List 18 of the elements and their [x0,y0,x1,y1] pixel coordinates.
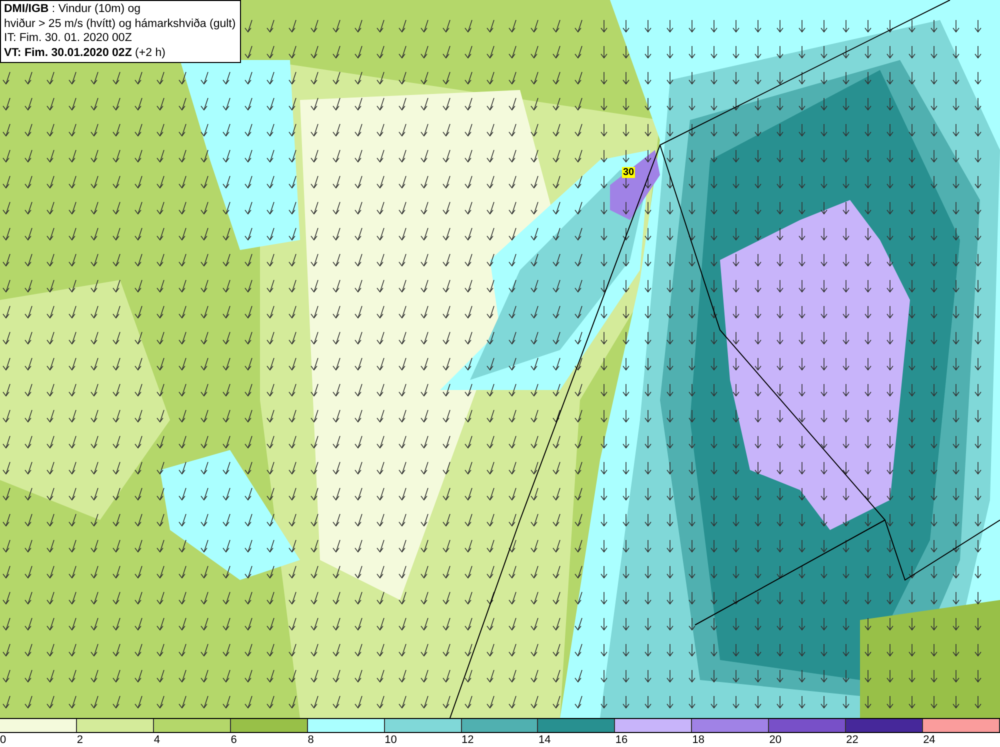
scale-label: 16 [615,734,628,746]
gust-value-label: 30 [622,167,636,178]
legend-text: IT: Fim. 30. 01. 2020 00Z [4,31,133,46]
scale-label: 0 [0,734,6,746]
scale-label: 18 [692,734,705,746]
scale-label: 12 [462,734,474,746]
legend-text: hviður > 25 m/s (hvítt) og hámarkshviða (gult) [4,16,236,31]
legend-text: DMI/IGB : Vindur (10m) og [4,2,142,16]
scale-label: 22 [846,734,858,746]
legend-text: VT: Fim. 30.01.2020 02Z (+2 h) [4,46,166,60]
scale-label: 2 [76,734,84,746]
scale-label: 14 [538,734,551,746]
scale-label: 24 [923,734,936,746]
scale-label: 6 [230,734,237,746]
scale-label: 20 [769,734,782,746]
scale-label: 8 [308,734,314,746]
scale-label: 4 [154,734,160,746]
scale-label: 10 [384,734,397,746]
